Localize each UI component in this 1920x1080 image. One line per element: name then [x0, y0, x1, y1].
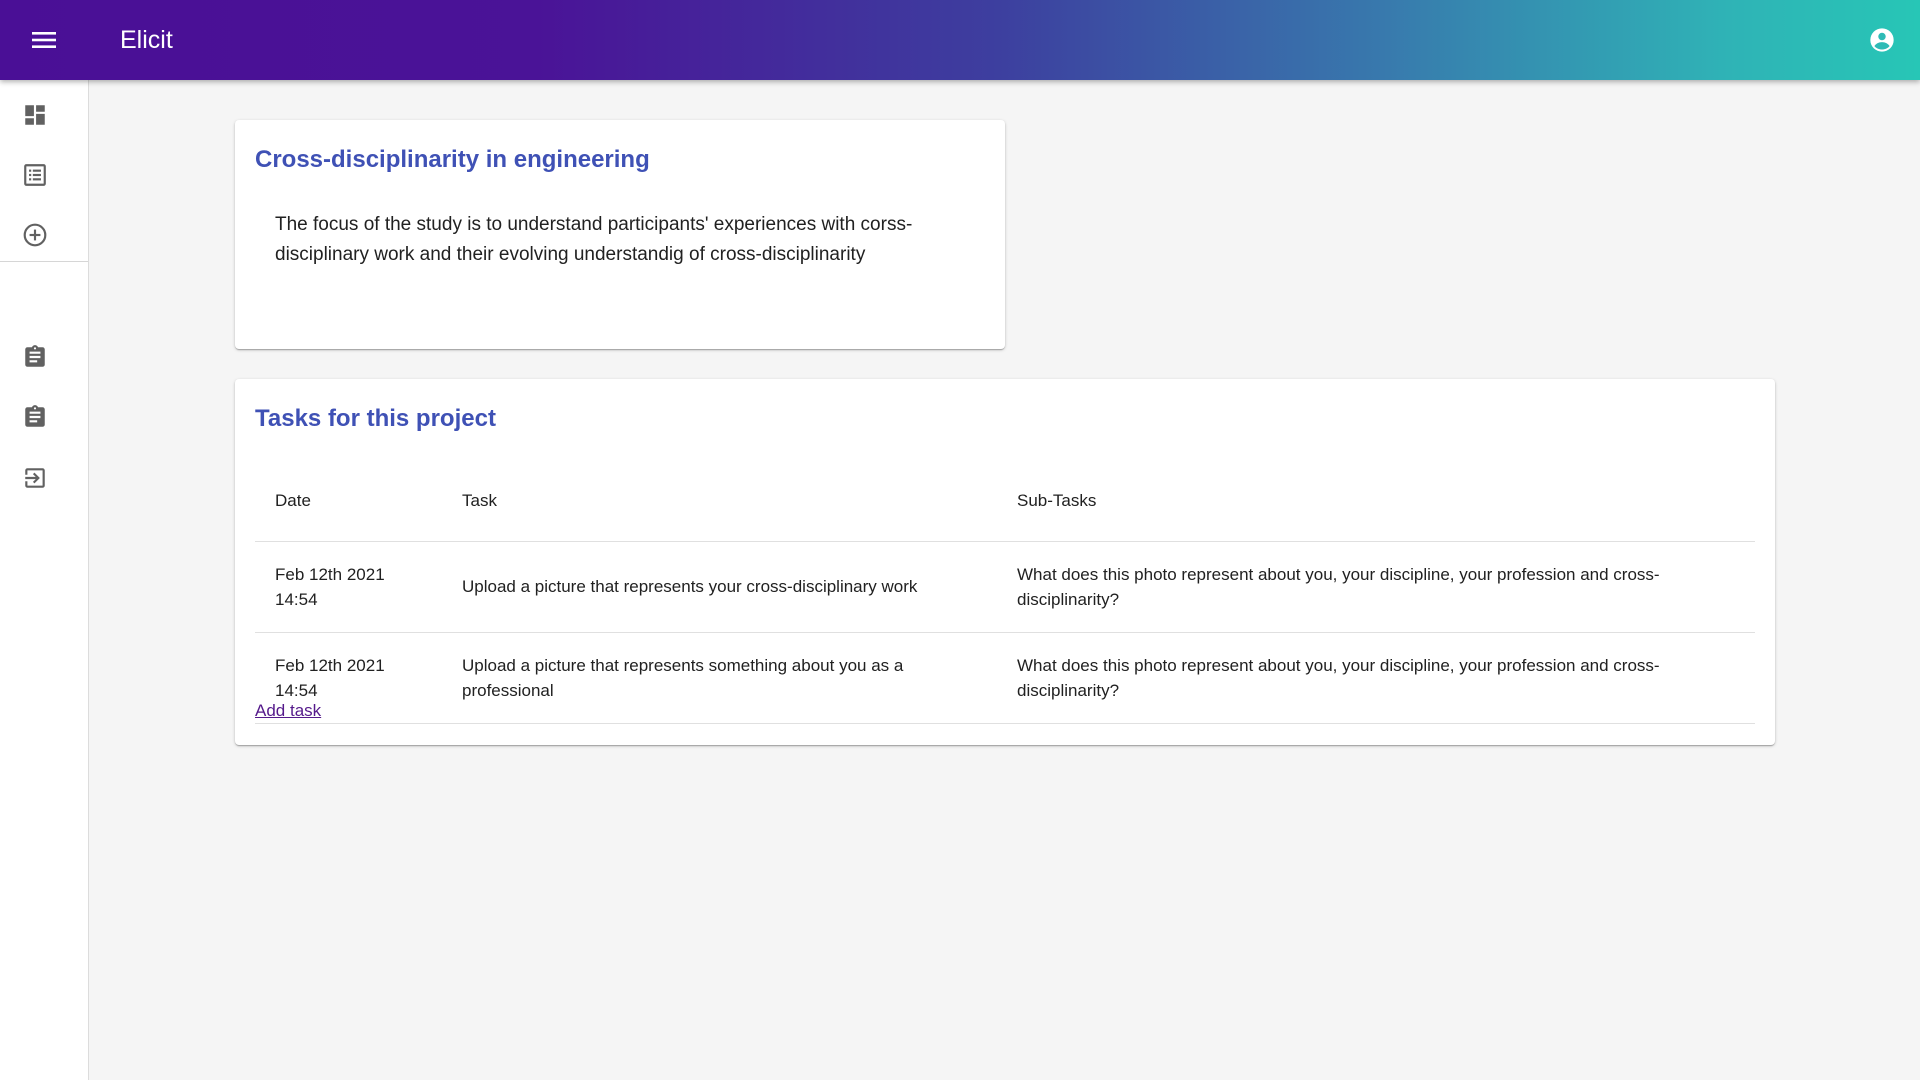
- project-title: Cross-disciplinarity in engineering: [255, 146, 650, 173]
- nav-item-exit[interactable]: [0, 448, 88, 508]
- header-date: Date: [255, 461, 442, 542]
- task-date: Feb 12th 2021 14:54: [255, 541, 442, 633]
- account-button[interactable]: [1864, 22, 1900, 58]
- nav-drawer: [0, 80, 89, 1080]
- nav-item-assignment-1[interactable]: [0, 327, 88, 387]
- task-subtasks: What does this photo represent about you…: [997, 541, 1755, 633]
- table-row: Feb 12th 2021 14:54 Upload a picture tha…: [255, 632, 1755, 724]
- nav-item-assignment-2[interactable]: [0, 387, 88, 447]
- tasks-table: Date Task Sub-Tasks Feb 12th 2021 14:54 …: [255, 461, 1755, 724]
- menu-button[interactable]: [26, 24, 62, 56]
- table-header-row: Date Task Sub-Tasks: [255, 461, 1755, 542]
- nav-divider: [0, 261, 88, 262]
- add-task-link[interactable]: Add task: [255, 701, 321, 721]
- app-title: Elicit: [120, 26, 173, 54]
- dashboard-icon: [22, 102, 48, 128]
- nav-item-dashboard[interactable]: [0, 85, 88, 145]
- menu-icon: [31, 30, 57, 50]
- header-subtasks: Sub-Tasks: [997, 461, 1755, 542]
- tasks-title: Tasks for this project: [255, 405, 496, 432]
- clipboard-icon: [22, 404, 48, 430]
- exit-icon: [22, 465, 48, 491]
- project-description: The focus of the study is to understand …: [275, 214, 913, 265]
- tasks-card: Tasks for this project Date Task Sub-Tas…: [235, 379, 1775, 745]
- clipboard-icon: [22, 344, 48, 370]
- task-subtasks: What does this photo represent about you…: [997, 632, 1755, 724]
- add-circle-icon: [22, 222, 48, 248]
- task-name: Upload a picture that represents somethi…: [442, 632, 997, 724]
- nav-item-add[interactable]: [0, 205, 88, 265]
- table-row: Feb 12th 2021 14:54 Upload a picture tha…: [255, 541, 1755, 633]
- nav-item-list[interactable]: [0, 145, 88, 205]
- app-bar: Elicit: [0, 0, 1920, 80]
- project-card: Cross-disciplinarity in engineering The …: [235, 120, 1005, 349]
- task-name: Upload a picture that represents your cr…: [442, 541, 997, 633]
- account-circle-icon: [1868, 26, 1896, 54]
- header-task: Task: [442, 461, 997, 542]
- list-icon: [22, 162, 48, 188]
